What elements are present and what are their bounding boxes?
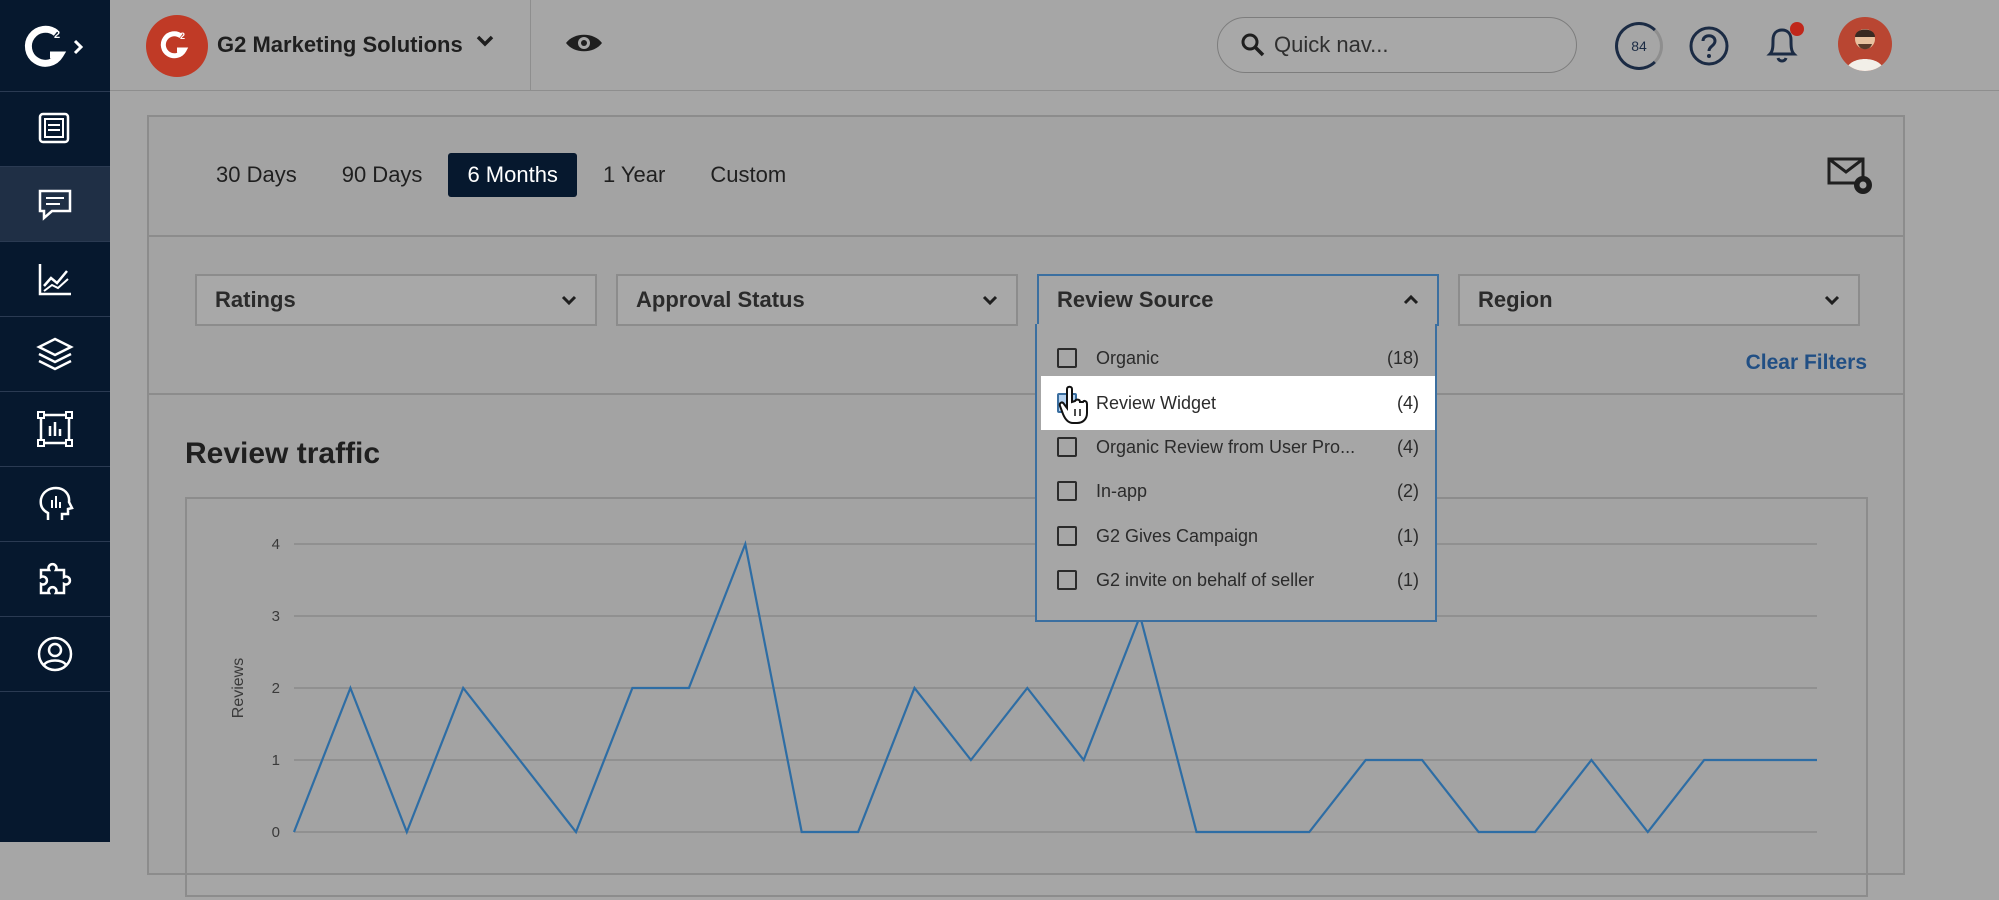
user-avatar-image <box>1838 17 1892 71</box>
sidebar-item-insights[interactable] <box>0 467 110 542</box>
search-icon <box>1240 32 1266 58</box>
sidebar-item-reviews[interactable] <box>0 167 110 242</box>
chevron-down-icon <box>561 294 577 306</box>
head-insights-icon <box>34 483 76 525</box>
help-icon[interactable] <box>1688 25 1730 67</box>
option-g2-invite-on-behalf-of-seller[interactable]: G2 invite on behalf of seller (1) <box>1037 558 1435 602</box>
company-logo: 2 <box>146 15 208 77</box>
puzzle-icon <box>34 558 76 600</box>
checkbox[interactable] <box>1057 348 1077 368</box>
option-count: (2) <box>1397 481 1419 502</box>
profiles-icon <box>34 108 76 150</box>
region-filter[interactable]: Region <box>1458 274 1860 326</box>
option-count: (18) <box>1387 348 1419 369</box>
chevron-down-icon <box>982 294 998 306</box>
sidebar-item-integrations[interactable] <box>0 542 110 617</box>
report-frame-icon <box>34 408 76 450</box>
notification-dot <box>1790 22 1804 36</box>
y-axis-label: Reviews <box>230 658 247 718</box>
top-bar: 2 G2 Marketing Solutions 84 <box>110 0 1999 91</box>
chevron-down-icon[interactable] <box>475 34 495 48</box>
review-panel: 30 Days 90 Days 6 Months 1 Year Custom R… <box>147 115 1905 875</box>
option-g2-gives-campaign[interactable]: G2 Gives Campaign (1) <box>1037 514 1435 558</box>
option-count: (4) <box>1397 437 1419 458</box>
tab-6-months[interactable]: 6 Months <box>448 153 577 197</box>
g2-logo[interactable]: 2 <box>0 0 110 92</box>
option-organic[interactable]: Organic (18) <box>1037 336 1435 380</box>
option-label: Review Widget <box>1096 393 1397 414</box>
sidebar: 2 <box>0 0 110 842</box>
svg-text:2: 2 <box>54 29 60 41</box>
line-chart: 0 1 2 3 4 Reviews <box>187 499 1866 895</box>
tab-90-days[interactable]: 90 Days <box>323 153 442 197</box>
y-tick-label: 3 <box>272 608 280 625</box>
layers-icon <box>34 333 76 375</box>
g2-badge-icon: 2 <box>157 26 197 66</box>
chevron-up-icon <box>1403 294 1419 306</box>
hand-cursor-icon <box>1058 385 1090 425</box>
top-bar-divider <box>530 0 531 90</box>
y-tick-label: 1 <box>272 752 280 769</box>
option-label: G2 Gives Campaign <box>1096 526 1397 547</box>
line-chart-icon <box>34 258 76 300</box>
option-organic-review-from-user-profile[interactable]: Organic Review from User Pro... (4) <box>1037 425 1435 469</box>
option-count: (4) <box>1397 393 1419 414</box>
user-circle-icon <box>34 633 76 675</box>
checkbox[interactable] <box>1057 570 1077 590</box>
checkbox[interactable] <box>1057 437 1077 457</box>
review-source-filter[interactable]: Review Source <box>1037 274 1439 326</box>
checkbox[interactable] <box>1057 481 1077 501</box>
tab-1-year[interactable]: 1 Year <box>584 153 684 197</box>
y-tick-label: 4 <box>272 536 280 553</box>
chevron-down-icon <box>1824 294 1840 306</box>
approval-status-filter[interactable]: Approval Status <box>616 274 1018 326</box>
y-tick-label: 2 <box>272 680 280 697</box>
option-in-app[interactable]: In-app (2) <box>1037 469 1435 513</box>
company-name[interactable]: G2 Marketing Solutions <box>217 32 463 58</box>
region-filter-label: Region <box>1478 287 1553 313</box>
review-traffic-chart: 0 1 2 3 4 Reviews <box>185 497 1868 897</box>
score-badge[interactable]: 84 <box>1615 22 1663 70</box>
option-label: In-app <box>1096 481 1397 502</box>
sidebar-item-content[interactable] <box>0 317 110 392</box>
filter-bar: Ratings Approval Status Review Source Re… <box>195 274 1879 326</box>
review-source-dropdown: Organic (18) Review Widget (4) Organic R… <box>1035 324 1437 622</box>
clear-filters-link[interactable]: Clear Filters <box>1746 351 1867 375</box>
search-input[interactable] <box>1272 31 1556 59</box>
tab-30-days[interactable]: 30 Days <box>197 153 316 197</box>
tab-custom[interactable]: Custom <box>691 153 805 197</box>
option-review-widget[interactable]: Review Widget (4) <box>1041 376 1435 430</box>
ratings-filter-label: Ratings <box>215 287 296 313</box>
review-source-filter-label: Review Source <box>1057 287 1214 313</box>
sidebar-item-analytics[interactable] <box>0 242 110 317</box>
y-tick-label: 0 <box>272 824 280 841</box>
avatar[interactable] <box>1838 17 1892 71</box>
chat-icon <box>34 183 76 225</box>
svg-text:2: 2 <box>180 31 185 41</box>
approval-status-filter-label: Approval Status <box>636 287 805 313</box>
option-count: (1) <box>1397 570 1419 591</box>
option-label: Organic <box>1096 348 1387 369</box>
sidebar-item-account[interactable] <box>0 617 110 692</box>
divider <box>149 393 1903 395</box>
date-range-tabs: 30 Days 90 Days 6 Months 1 Year Custom <box>197 153 812 197</box>
option-label: G2 invite on behalf of seller <box>1096 570 1397 591</box>
option-label: Organic Review from User Pro... <box>1096 437 1397 458</box>
ratings-filter[interactable]: Ratings <box>195 274 597 326</box>
g2-logo-icon: 2 <box>20 21 90 71</box>
checkbox[interactable] <box>1057 526 1077 546</box>
quick-nav-search[interactable] <box>1217 17 1577 73</box>
divider <box>149 235 1903 237</box>
eye-icon[interactable] <box>564 30 604 56</box>
option-count: (1) <box>1397 526 1419 547</box>
sidebar-item-profiles[interactable] <box>0 92 110 167</box>
sidebar-item-reports[interactable] <box>0 392 110 467</box>
chart-title: Review traffic <box>185 437 380 471</box>
email-settings-icon[interactable] <box>1827 155 1877 197</box>
